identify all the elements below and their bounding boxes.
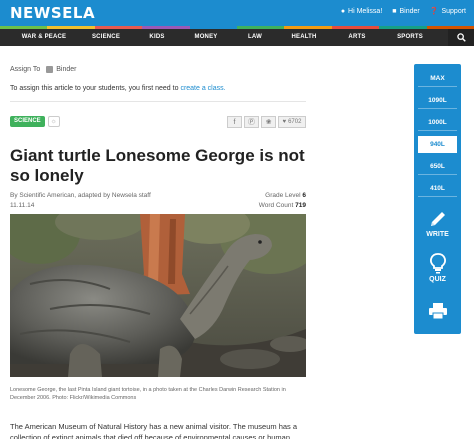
level-940l[interactable]: 940L [418,136,457,153]
level-410l[interactable]: 410L [418,180,457,197]
photo-caption: Lonesome George, the last Pinta Island g… [10,387,286,401]
byline-text: By Scientific American, adapted by Newse… [10,192,151,199]
category-nav: WAR & PEACE SCIENCE KIDS MONEY LAW HEALT… [0,29,474,46]
user-menu[interactable]: ● Hi Melissa! [341,7,382,15]
lightbulb-icon[interactable]: ☼ [47,116,60,127]
grade-level-label: Grade Level [265,192,301,199]
binder-icon: ■ [392,7,397,15]
binder-select-label: Binder [56,66,77,73]
binder-select[interactable]: Binder [46,66,76,73]
assign-note-text: To assign this article to your students,… [10,85,179,92]
top-nav: ● Hi Melissa! ■ Binder ❓ Support [341,7,466,16]
binder-link[interactable]: ■ Binder [392,7,419,15]
top-bar: NEWSELA ● Hi Melissa! ■ Binder ❓ Support [0,0,474,26]
assign-note: To assign this article to your students,… [10,85,226,92]
tag-row: SCIENCE ☼ [10,116,60,127]
nav-money[interactable]: MONEY [194,29,217,46]
nav-kids[interactable]: KIDS [149,29,164,46]
divider [10,101,306,102]
level-1000l[interactable]: 1000L [418,114,457,131]
article-title: Giant turtle Lonesome George is not so l… [10,146,305,185]
quiz-button[interactable]: QUIZ [418,252,457,283]
pinterest-icon[interactable]: Ⓟ [244,116,259,128]
level-max[interactable]: MAX [418,70,457,87]
like-count: 6702 [288,119,302,125]
user-icon: ● [340,7,346,15]
quiz-label: QUIZ [429,276,446,283]
article-photo [10,214,306,377]
word-count: Word Count 719 [259,201,306,211]
binder-label: Binder [399,7,420,15]
nav-health[interactable]: HEALTH [291,29,316,46]
share-buttons: f Ⓟ ❀ ♥ 6702 [227,116,306,128]
word-count-label: Word Count [258,202,294,209]
help-icon: ❓ [429,8,439,15]
level-650l[interactable]: 650L [418,158,457,175]
grade-level-value: 6 [302,192,306,199]
write-label: WRITE [426,231,449,238]
twitter-icon[interactable]: ❀ [261,116,276,128]
grade-level: Grade Level 6 [259,191,306,201]
user-greeting: Hi Melissa! [348,7,383,15]
level-1090l[interactable]: 1090L [418,92,457,109]
create-class-link[interactable]: create a class. [180,85,225,92]
word-count-value: 719 [295,202,306,209]
write-button[interactable]: WRITE [418,209,457,238]
search-button[interactable] [448,29,474,46]
facebook-icon[interactable]: f [227,116,242,128]
tortoise-photo [10,214,306,377]
support-link[interactable]: ❓ Support [429,7,466,16]
article-body: The American Museum of Natural History h… [10,422,298,439]
pencil-icon [430,212,445,226]
binder-checkbox-icon [46,66,54,73]
nav-science[interactable]: SCIENCE [92,29,120,46]
nav-war-peace[interactable]: WAR & PEACE [22,29,67,46]
nav-sports[interactable]: SPORTS [397,29,423,46]
article-date: 11.11.14 [10,202,35,209]
assign-row: Assign To Binder [10,66,76,73]
nav-law[interactable]: LAW [248,29,262,46]
heart-icon: ♥ [282,119,287,125]
assign-label: Assign To [10,66,41,73]
search-icon [456,33,466,42]
printer-icon [428,303,447,320]
print-button[interactable] [418,302,457,322]
newsela-logo[interactable]: NEWSELA [10,4,95,22]
article-byline: By Scientific American, adapted by Newse… [10,191,151,211]
article-stats: Grade Level 6 Word Count 719 [259,191,306,211]
science-tag[interactable]: SCIENCE [10,116,45,127]
like-button[interactable]: ♥ 6702 [278,116,306,128]
nav-arts[interactable]: ARTS [348,29,365,46]
reading-level-panel: MAX 1090L 1000L 940L 650L 410L WRITE QUI… [414,64,461,334]
lightbulb-quiz-icon [429,253,446,274]
support-label: Support [441,7,466,15]
